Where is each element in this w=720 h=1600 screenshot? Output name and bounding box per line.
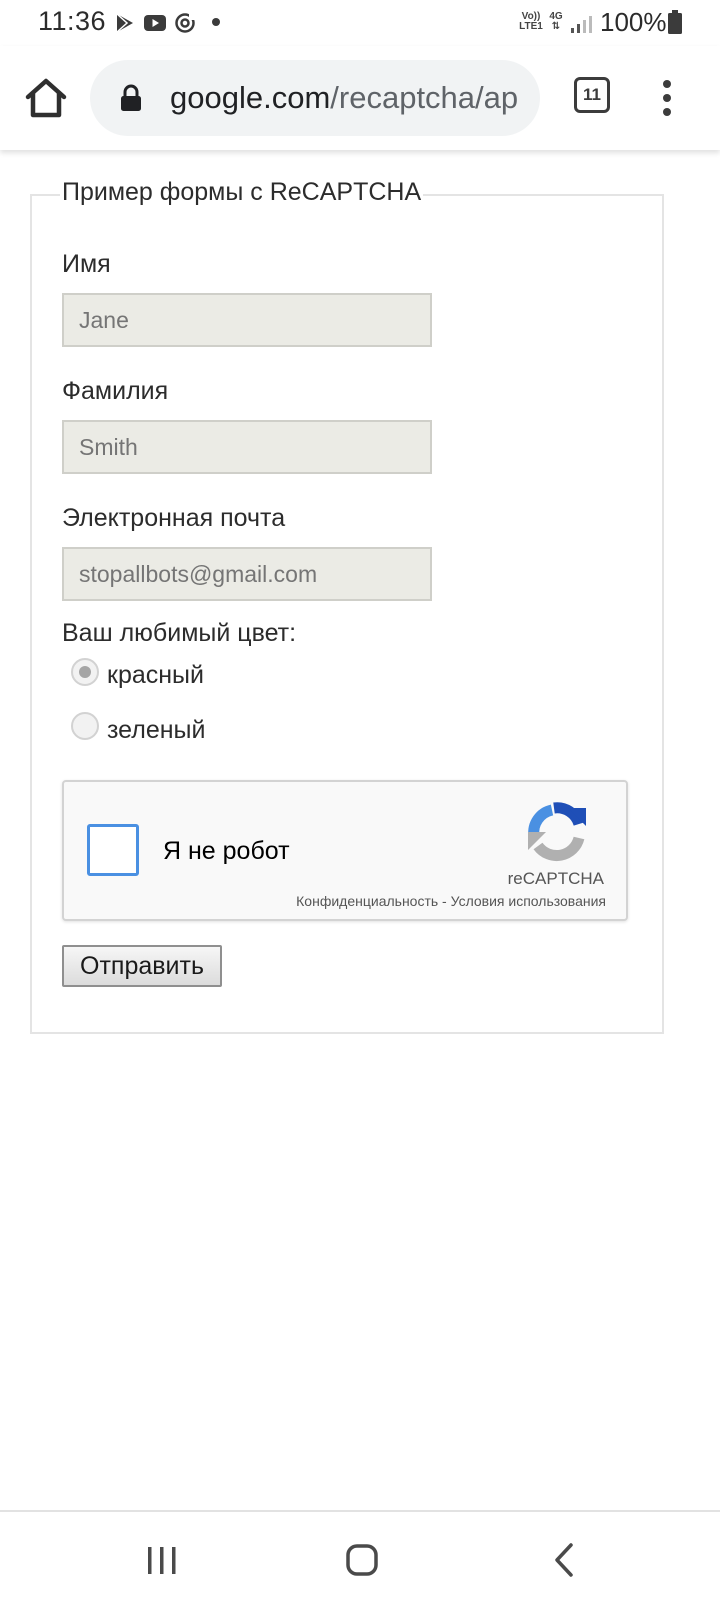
email-label: Электронная почта	[62, 504, 286, 532]
favorite-color-label: Ваш любимый цвет:	[62, 619, 297, 647]
recaptcha-widget: Я не робот reCAPTCHA Конфиденциальность …	[62, 780, 628, 921]
url-host: google.com	[170, 80, 331, 115]
recaptcha-checkbox[interactable]	[87, 824, 139, 876]
signal-icon	[571, 16, 592, 33]
dot-icon	[212, 18, 220, 26]
radio-red[interactable]	[71, 658, 99, 686]
youtube-icon	[144, 15, 166, 31]
network-indicator: 4G ⇅	[549, 11, 563, 32]
recent-apps-icon[interactable]	[132, 1540, 192, 1580]
battery-icon	[668, 10, 682, 34]
first-name-input[interactable]	[62, 293, 432, 347]
lock-icon	[121, 84, 141, 111]
radio-red-label: красный	[107, 661, 204, 689]
recaptcha-brand: reCAPTCHA	[507, 869, 604, 888]
sync-icon	[175, 13, 195, 33]
recaptcha-label: Я не робот	[163, 837, 290, 865]
volte-indicator: Vo)) LTE1	[519, 11, 543, 32]
last-name-input[interactable]	[62, 420, 432, 474]
submit-button[interactable]: Отправить	[62, 945, 222, 987]
form-legend: Пример формы с ReCAPTCHA	[60, 178, 424, 207]
status-bar: 11:36 Vo)) LTE1 4G ⇅ 100%	[0, 0, 720, 46]
url-text: google.com/recaptcha/ap	[170, 80, 518, 116]
recaptcha-logo-icon	[528, 802, 586, 862]
home-icon[interactable]	[22, 74, 70, 122]
last-name-label: Фамилия	[62, 377, 169, 405]
overflow-menu-icon[interactable]	[650, 74, 686, 122]
back-icon[interactable]	[535, 1540, 595, 1580]
email-input[interactable]	[62, 547, 432, 601]
battery-percentage: 100%	[600, 7, 667, 37]
home-nav-icon[interactable]	[332, 1540, 392, 1580]
radio-green[interactable]	[71, 712, 99, 740]
url-path: /recaptcha/ap	[330, 80, 519, 115]
browser-toolbar: google.com/recaptcha/ap 11	[0, 46, 720, 150]
status-time: 11:36	[38, 6, 107, 36]
nav-divider	[0, 1510, 720, 1512]
tab-switcher-button[interactable]: 11	[574, 77, 610, 113]
recaptcha-links[interactable]: Конфиденциальность - Условия использован…	[296, 893, 606, 909]
play-store-icon	[116, 13, 133, 33]
radio-green-label: зеленый	[107, 716, 206, 744]
address-bar[interactable]: google.com/recaptcha/ap	[90, 60, 540, 136]
first-name-label: Имя	[62, 250, 111, 278]
